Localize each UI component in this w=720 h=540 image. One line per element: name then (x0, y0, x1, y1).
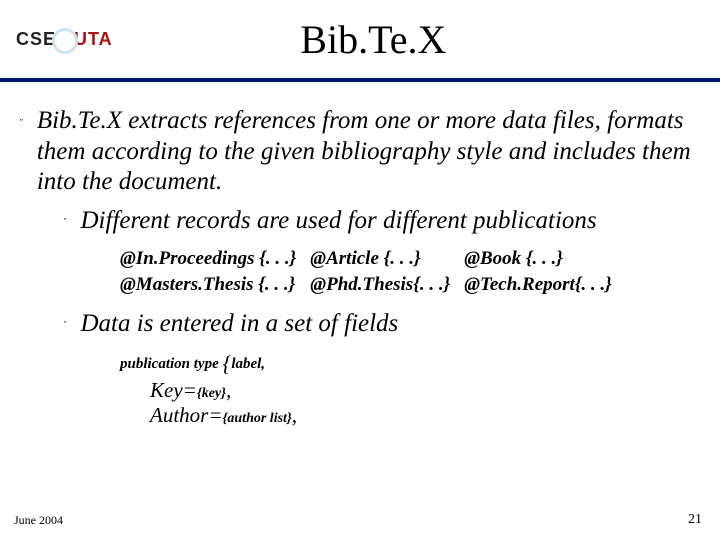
slide-content: " Bib.Te.X extracts references from one … (0, 82, 720, 428)
bullet-icon: " (64, 218, 67, 237)
record-cell: @Tech.Report{. . .} (464, 272, 626, 298)
pubtype-suffix: label, (231, 356, 265, 372)
record-cell: @Book {. . .} (464, 246, 626, 272)
field-comma: , (226, 378, 231, 402)
open-brace-icon: { (223, 351, 232, 376)
field-line: Author={author list}, (150, 403, 700, 428)
bullet-level-2: " Different records are used for differe… (64, 206, 700, 237)
bullet-icon: " (64, 321, 67, 340)
field-value: {author list} (223, 411, 292, 426)
footer-date: June 2004 (14, 513, 63, 528)
record-cell: @In.Proceedings {. . .} (120, 246, 310, 272)
field-value: {key} (197, 386, 226, 401)
table-row: @In.Proceedings {. . .} @Article {. . .}… (120, 246, 626, 272)
field-line: Key={key}, (150, 378, 700, 403)
field-key: Key= (150, 378, 197, 402)
record-cell: @Phd.Thesis{. . .} (310, 272, 464, 298)
sub-text-2: Data is entered in a set of fields (81, 309, 399, 340)
record-types-block: @In.Proceedings {. . .} @Article {. . .}… (120, 246, 700, 297)
sub-text-1: Different records are used for different… (81, 206, 597, 237)
bullet-level-1: " Bib.Te.X extracts references from one … (20, 106, 700, 198)
field-key: Author= (150, 403, 223, 427)
bullet-level-2: " Data is entered in a set of fields (64, 309, 700, 340)
record-cell: @Masters.Thesis {. . .} (120, 272, 310, 298)
slide-header: CSE UTA Bib.Te.X (0, 0, 720, 78)
table-row: @Masters.Thesis {. . .} @Phd.Thesis{. . … (120, 272, 626, 298)
field-comma: , (292, 403, 297, 427)
bullet-icon: " (20, 118, 23, 198)
publication-type-line: publication type {label, (120, 348, 700, 374)
fields-block: Key={key}, Author={author list}, (150, 378, 700, 428)
page-title: Bib.Te.X (43, 16, 704, 63)
record-cell: @Article {. . .} (310, 246, 464, 272)
main-text: Bib.Te.X extracts references from one or… (37, 106, 700, 198)
page-number: 21 (688, 512, 702, 528)
record-types-table: @In.Proceedings {. . .} @Article {. . .}… (120, 246, 626, 297)
pubtype-prefix: publication type (120, 356, 223, 372)
logo-ring-icon (52, 28, 78, 54)
